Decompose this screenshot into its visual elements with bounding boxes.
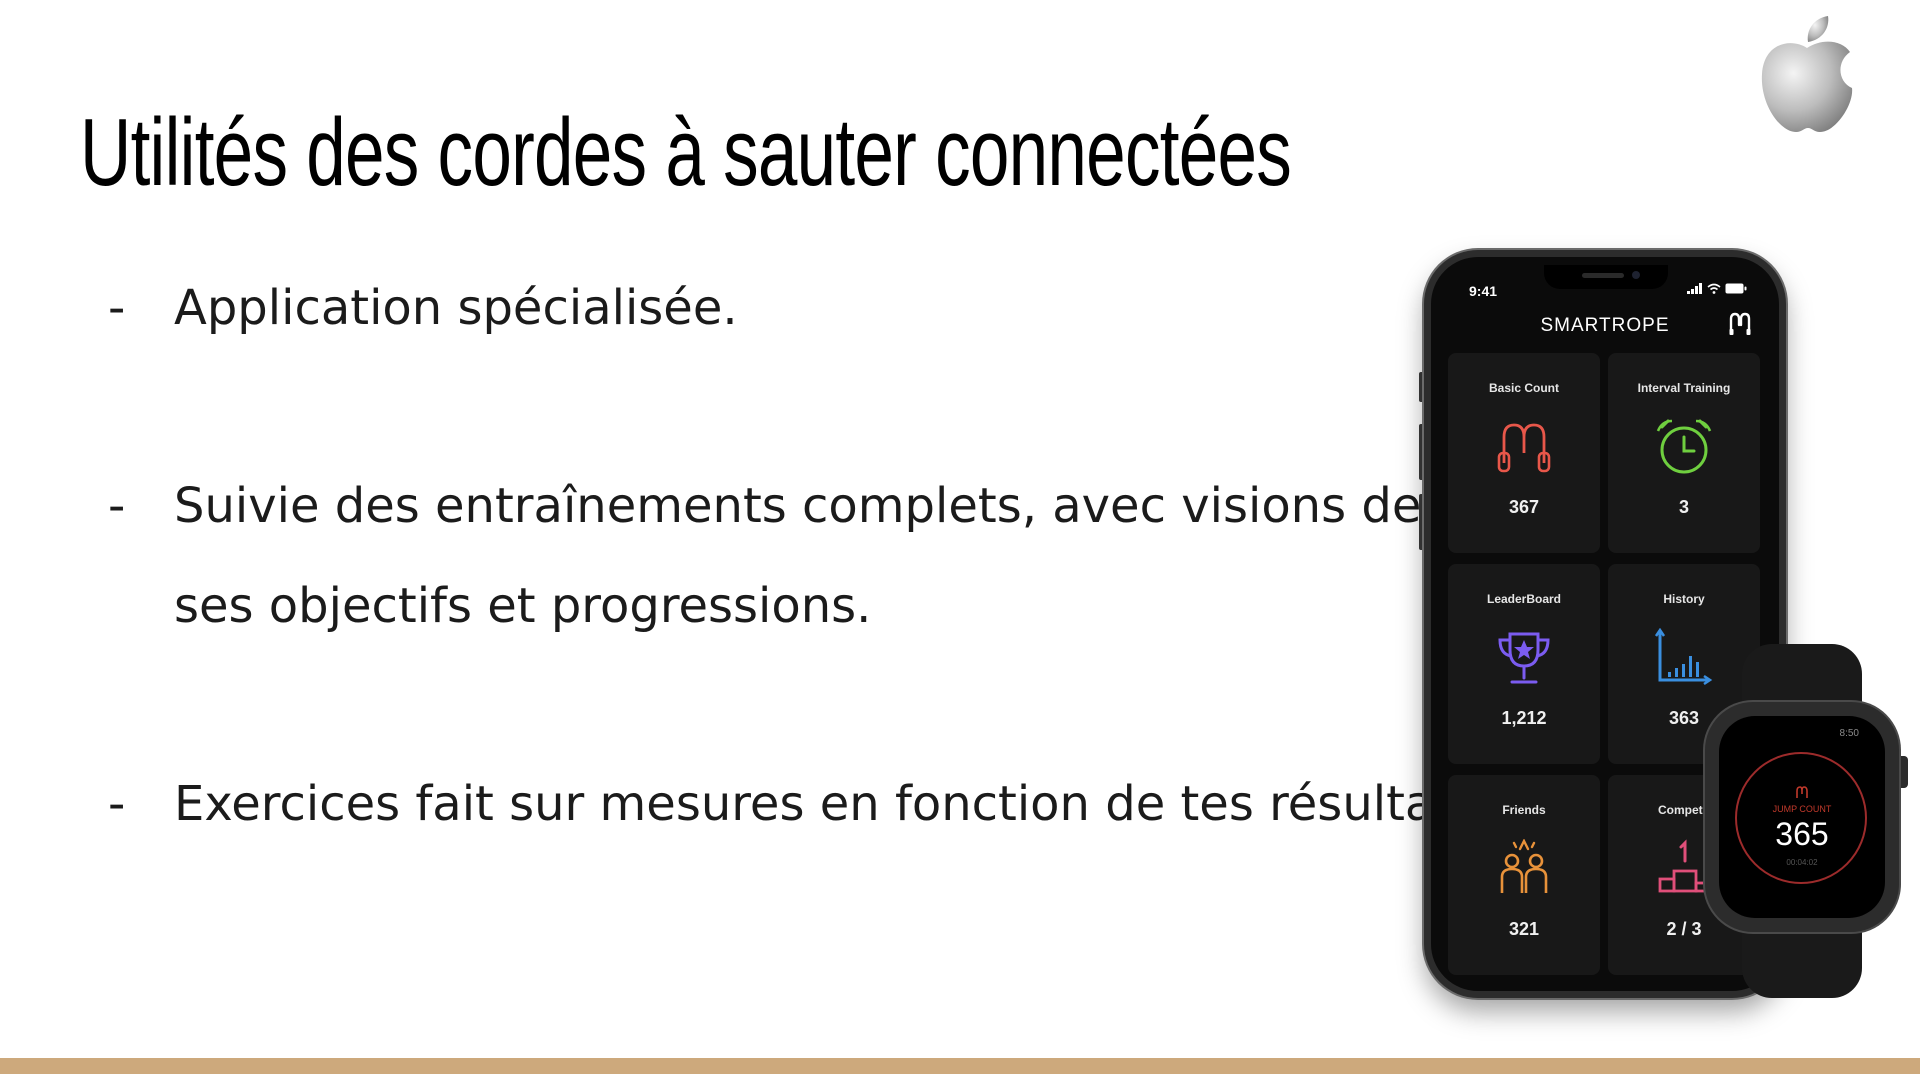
tile-label: Basic Count <box>1488 381 1559 395</box>
watch-label: JUMP COUNT <box>1772 804 1832 814</box>
tile-value: 3 <box>1678 497 1689 517</box>
phone-speaker <box>1582 273 1624 278</box>
battery-icon <box>1725 283 1747 294</box>
bullet-text: Application spécialisée. <box>174 280 738 336</box>
apple-logo-icon <box>1761 16 1853 133</box>
alarm-clock-icon <box>1656 419 1712 474</box>
tile-label: Interval Training <box>1637 381 1731 395</box>
tile-interval-training[interactable]: Interval Training 3 <box>1608 353 1760 553</box>
watch-count: 365 <box>1775 816 1829 852</box>
watch-screen: 8:50 JUMP COUNT 365 00:04:02 <box>1719 716 1885 918</box>
smartwatch: 8:50 JUMP COUNT 365 00:04:02 <box>1705 702 1899 932</box>
status-time: 9:41 <box>1469 283 1498 299</box>
bullet-marker: - <box>108 776 126 832</box>
phone-notch <box>1544 265 1668 289</box>
tile-value: 367 <box>1508 497 1540 517</box>
watch-time: 8:50 <box>1839 728 1859 739</box>
tile-friends[interactable]: Friends 321 <box>1448 775 1600 975</box>
status-icons <box>1687 283 1747 294</box>
tile-label: History <box>1663 592 1705 606</box>
wifi-icon <box>1707 283 1721 294</box>
trophy-icon <box>1498 632 1550 684</box>
phone-camera <box>1632 271 1640 279</box>
tile-value: 321 <box>1508 919 1540 939</box>
tile-label: Friends <box>1502 803 1546 817</box>
signal-icon <box>1687 283 1702 294</box>
jump-rope-icon <box>1796 786 1808 798</box>
tile-basic-count[interactable]: Basic Count 367 <box>1448 353 1600 553</box>
tile-label: LeaderBoard <box>1486 592 1562 606</box>
jump-rope-icon <box>1497 423 1551 473</box>
bullet-text-continued: ses objectifs et progressions. <box>174 578 872 634</box>
footer-bar <box>0 1058 1920 1074</box>
tile-leaderboard[interactable]: LeaderBoard 1,212 <box>1448 564 1600 764</box>
bullet-text: Exercices fait sur mesures en fonction d… <box>174 776 1494 832</box>
bullet-marker: - <box>108 280 126 336</box>
slide-title: Utilités des cordes à sauter connectées <box>80 99 1292 206</box>
friends-icon <box>1500 839 1548 893</box>
tile-value: 1,212 <box>1501 708 1547 728</box>
smartrope-logo-icon[interactable] <box>1727 311 1753 337</box>
bullet-text: Suivie des entraînements complets, avec … <box>174 478 1422 534</box>
bar-chart-icon <box>1654 628 1713 686</box>
bullet-marker: - <box>108 478 126 534</box>
watch-elapsed: 00:04:02 <box>1786 858 1818 867</box>
